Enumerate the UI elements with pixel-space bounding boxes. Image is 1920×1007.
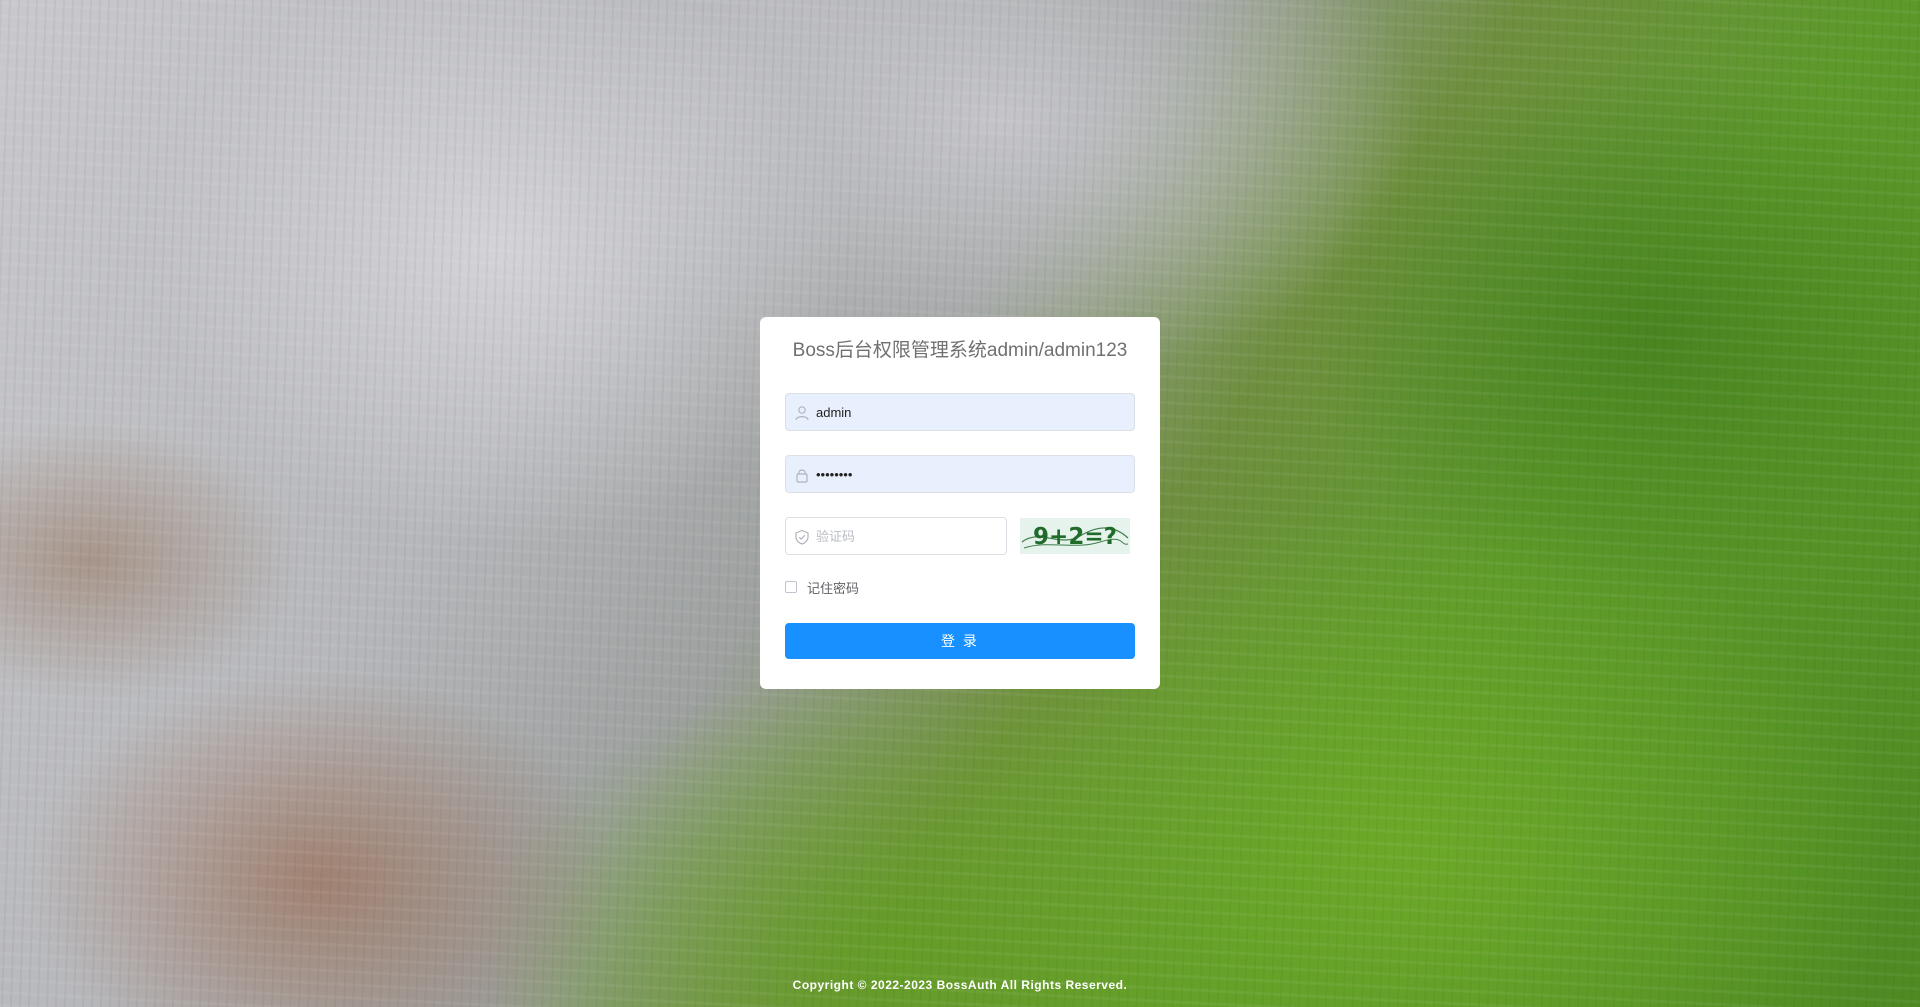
captcha-input[interactable] — [786, 518, 1006, 554]
login-button[interactable]: 登 录 — [785, 623, 1135, 659]
captcha-row: 9+2=? — [785, 517, 1135, 555]
username-field-wrapper — [785, 393, 1135, 431]
footer-copyright: Copyright © 2022-2023 BossAuth All Right… — [792, 978, 1128, 992]
captcha-image[interactable]: 9+2=? — [1020, 518, 1130, 554]
page-title: Boss后台权限管理系统admin/admin123 — [792, 340, 1128, 361]
captcha-field-wrapper — [785, 517, 1007, 555]
password-input[interactable] — [786, 456, 1134, 492]
remember-label[interactable]: 记住密码 — [807, 578, 859, 597]
username-input[interactable] — [786, 394, 1134, 430]
remember-checkbox[interactable] — [785, 581, 797, 593]
captcha-text: 9+2=? — [1033, 524, 1117, 550]
remember-password: 记住密码 — [785, 577, 1135, 597]
login-card: Boss后台权限管理系统admin/admin123 9+2=? — [760, 317, 1160, 689]
password-field-wrapper — [785, 455, 1135, 493]
